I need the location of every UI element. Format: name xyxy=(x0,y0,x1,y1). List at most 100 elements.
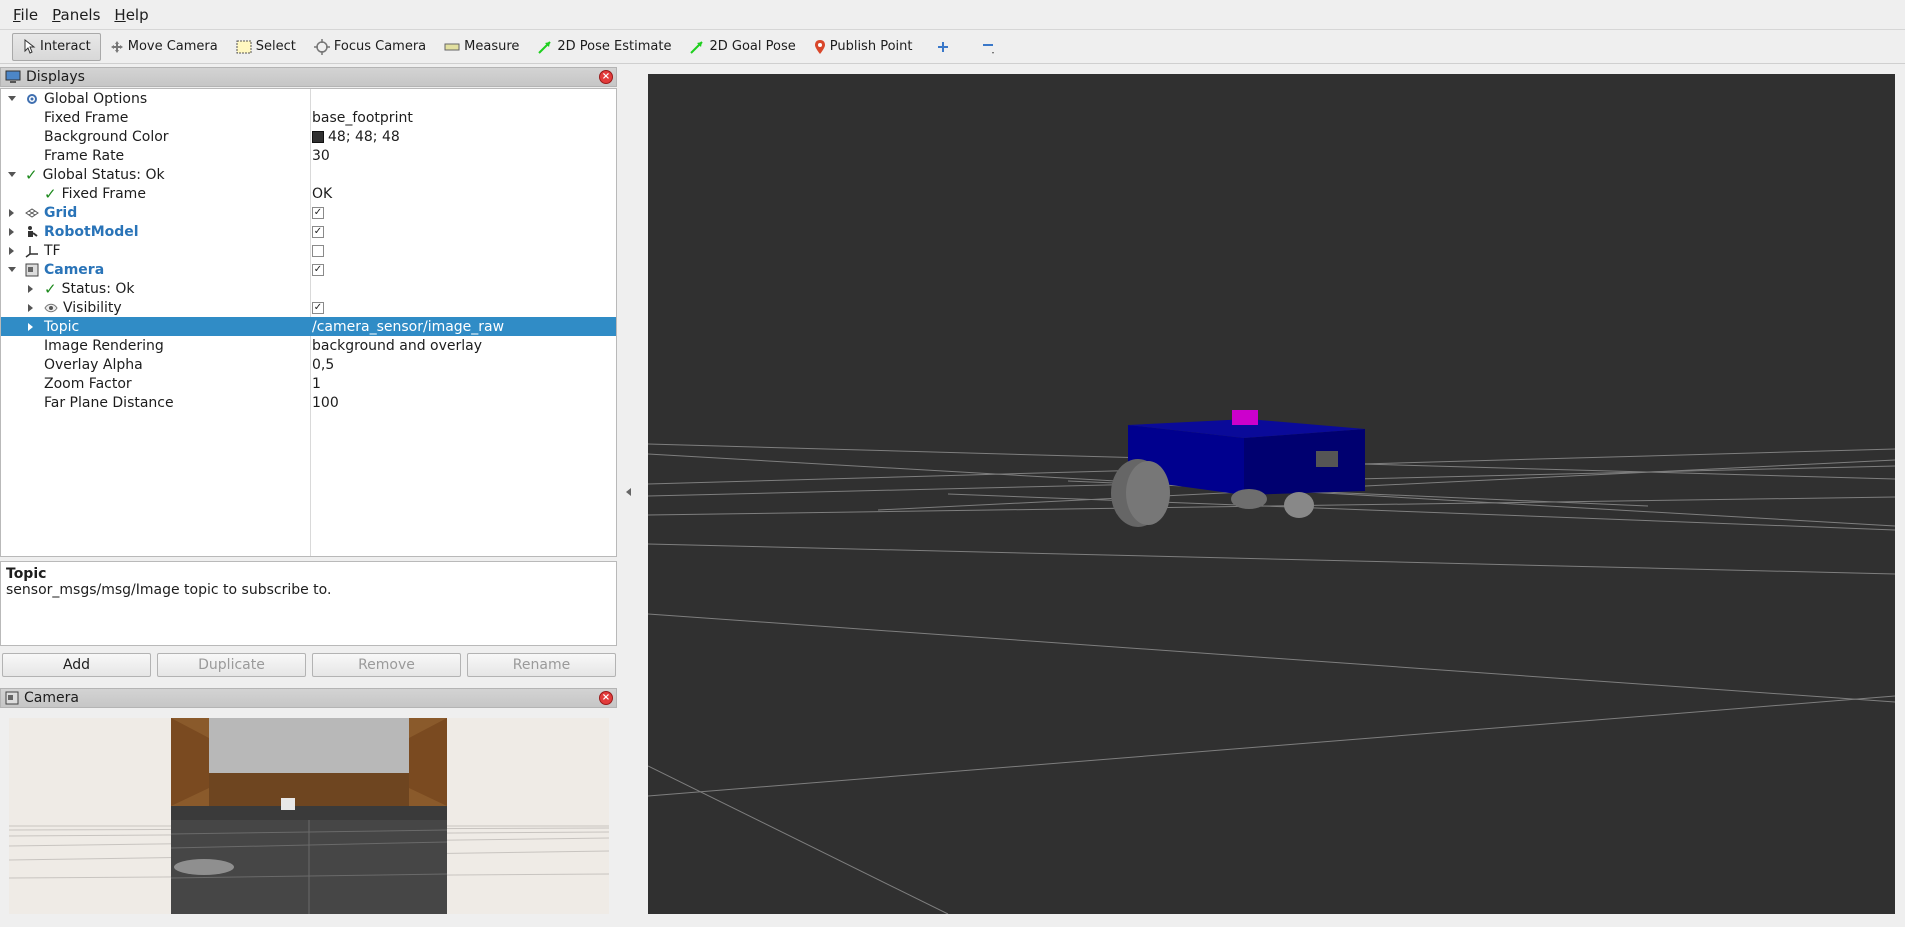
row-value[interactable]: /camera_sensor/image_raw xyxy=(312,319,504,335)
plus-icon xyxy=(938,41,949,52)
row-label: Global Options xyxy=(44,90,148,107)
row-value[interactable]: 100 xyxy=(312,395,339,411)
minus-icon xyxy=(983,43,995,54)
add-tool-button[interactable] xyxy=(921,33,965,61)
camera-panel-header: Camera × xyxy=(0,688,617,708)
tf-enable-checkbox[interactable] xyxy=(312,244,324,257)
expand-arrow-icon[interactable] xyxy=(28,284,33,293)
color-swatch[interactable] xyxy=(312,130,324,143)
row-value[interactable]: background and overlay xyxy=(312,338,482,354)
select-label: Select xyxy=(255,39,296,54)
visibility-checkbox[interactable]: ✓ xyxy=(312,301,324,314)
close-icon[interactable]: × xyxy=(599,691,613,705)
grid-icon xyxy=(25,207,39,218)
expand-arrow-icon[interactable] xyxy=(9,246,14,255)
measure-tool-button[interactable]: Measure xyxy=(435,33,528,61)
tree-row-grid[interactable]: Grid ✓ xyxy=(1,203,616,222)
collapse-panel-arrow-icon[interactable] xyxy=(626,488,631,496)
menu-help[interactable]: Help xyxy=(107,0,155,30)
robotmodel-enable-checkbox[interactable]: ✓ xyxy=(312,225,324,238)
move-camera-label: Move Camera xyxy=(127,39,218,54)
row-value[interactable]: base_footprint xyxy=(312,110,413,126)
display-buttons: Add Duplicate Remove Rename xyxy=(2,653,616,677)
row-value[interactable]: 1 xyxy=(312,376,321,392)
select-tool-button[interactable]: Select xyxy=(227,33,305,61)
expand-arrow-icon[interactable] xyxy=(8,267,16,272)
tree-row-camera[interactable]: Camera ✓ xyxy=(1,260,616,279)
tree-row-background-color[interactable]: Background Color 48; 48; 48 xyxy=(1,127,616,146)
cursor-icon xyxy=(24,38,36,54)
focus-icon xyxy=(313,38,330,55)
checkmark-icon: ✓ xyxy=(25,165,38,184)
tree-row-topic[interactable]: Topic /camera_sensor/image_raw xyxy=(1,317,616,336)
tree-row-camera-status[interactable]: ✓ Status: Ok xyxy=(1,279,616,298)
displays-tree: Global Options Fixed Frame base_footprin… xyxy=(0,88,617,557)
goal-pose-tool-button[interactable]: 2D Goal Pose xyxy=(680,33,804,61)
camera-display-icon xyxy=(5,691,19,705)
expand-arrow-icon[interactable] xyxy=(8,172,16,177)
goal-pose-label: 2D Goal Pose xyxy=(709,39,796,54)
tree-row-image-rendering[interactable]: Image Rendering background and overlay xyxy=(1,336,616,355)
add-button[interactable]: Add xyxy=(2,653,151,677)
row-label: Global Status: Ok xyxy=(42,166,165,183)
menu-bar: File Panels Help xyxy=(0,0,1905,30)
expand-arrow-icon[interactable] xyxy=(9,227,14,236)
green-arrow-icon xyxy=(690,40,704,54)
pose-estimate-label: 2D Pose Estimate xyxy=(557,39,672,54)
interact-tool-button[interactable]: Interact xyxy=(12,32,101,61)
camera-enable-checkbox[interactable]: ✓ xyxy=(312,263,324,276)
menu-file[interactable]: File xyxy=(6,0,45,30)
tree-row-fixed-frame[interactable]: Fixed Frame base_footprint xyxy=(1,108,616,127)
monitor-icon xyxy=(5,70,21,83)
row-value[interactable]: 0,5 xyxy=(312,357,334,373)
axes-icon xyxy=(25,245,38,258)
tree-row-far-plane-distance[interactable]: Far Plane Distance 100 xyxy=(1,393,616,412)
move-camera-tool-button[interactable]: Move Camera xyxy=(101,33,227,61)
row-value[interactable]: 48; 48; 48 xyxy=(328,129,400,145)
rename-button[interactable]: Rename xyxy=(467,653,616,677)
tree-row-global-options[interactable]: Global Options xyxy=(1,89,616,108)
grid-enable-checkbox[interactable]: ✓ xyxy=(312,206,324,219)
expand-arrow-icon[interactable] xyxy=(28,303,33,312)
duplicate-button[interactable]: Duplicate xyxy=(157,653,306,677)
row-label: TF xyxy=(44,242,61,259)
tree-row-robotmodel[interactable]: RobotModel ✓ xyxy=(1,222,616,241)
3d-viewport[interactable] xyxy=(648,74,1895,914)
menu-panels[interactable]: Panels xyxy=(45,0,107,30)
tree-row-fixed-frame-status[interactable]: ✓ Fixed Frame OK xyxy=(1,184,616,203)
remove-tool-button[interactable] xyxy=(965,33,1013,61)
move-icon xyxy=(110,40,123,53)
row-label: Far Plane Distance xyxy=(44,394,174,411)
row-label: Fixed Frame xyxy=(44,109,129,126)
select-icon xyxy=(236,40,252,53)
tree-row-zoom-factor[interactable]: Zoom Factor 1 xyxy=(1,374,616,393)
tree-row-visibility[interactable]: Visibility ✓ xyxy=(1,298,616,317)
checkmark-icon: ✓ xyxy=(44,279,57,298)
remove-button[interactable]: Remove xyxy=(312,653,461,677)
focus-camera-tool-button[interactable]: Focus Camera xyxy=(305,33,435,61)
expand-arrow-icon[interactable] xyxy=(28,322,33,331)
expand-arrow-icon[interactable] xyxy=(9,208,14,217)
row-label: RobotModel xyxy=(44,223,139,240)
close-icon[interactable]: × xyxy=(599,70,613,84)
checkmark-icon: ✓ xyxy=(44,184,57,203)
camera-render xyxy=(9,718,609,914)
gear-icon xyxy=(27,93,37,104)
camera-panel xyxy=(0,708,617,919)
green-arrow-icon xyxy=(538,40,552,54)
tree-row-global-status[interactable]: ✓ Global Status: Ok xyxy=(1,165,616,184)
description-text: sensor_msgs/msg/Image topic to subscribe… xyxy=(6,582,332,598)
publish-point-tool-button[interactable]: Publish Point xyxy=(805,33,922,61)
expand-arrow-icon[interactable] xyxy=(8,96,16,101)
tree-row-overlay-alpha[interactable]: Overlay Alpha 0,5 xyxy=(1,355,616,374)
row-label: Overlay Alpha xyxy=(44,356,143,373)
measure-label: Measure xyxy=(464,39,520,54)
row-label: Zoom Factor xyxy=(44,375,132,392)
row-value[interactable]: 30 xyxy=(312,148,330,164)
camera-image-view[interactable] xyxy=(9,718,609,914)
tree-row-tf[interactable]: TF xyxy=(1,241,616,260)
tree-row-frame-rate[interactable]: Frame Rate 30 xyxy=(1,146,616,165)
toolbar: Interact Move Camera Select Focus Camera… xyxy=(0,30,1905,64)
camera-panel-title: Camera xyxy=(24,690,79,706)
pose-estimate-tool-button[interactable]: 2D Pose Estimate xyxy=(528,33,680,61)
